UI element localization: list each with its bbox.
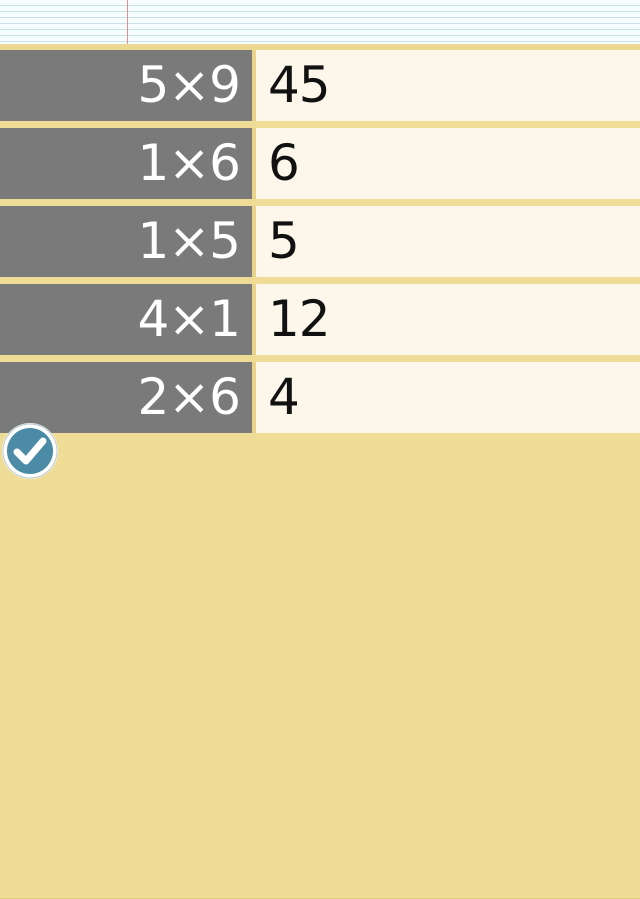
problem-row: 5×9 45 (0, 50, 640, 121)
checkmark-icon (2, 423, 58, 479)
answer-field[interactable]: 45 (256, 50, 640, 121)
problem-prompt: 5×9 (0, 50, 252, 121)
problem-row: 4×1 12 (0, 284, 640, 355)
answer-field[interactable]: 4 (256, 362, 640, 433)
problem-prompt: 1×5 (0, 206, 252, 277)
problem-list: 5×9 45 1×6 6 1×5 5 4×1 12 2×6 4 (0, 50, 640, 440)
problem-row: 1×6 6 (0, 128, 640, 199)
problem-row: 1×5 5 (0, 206, 640, 277)
footer-band (0, 435, 640, 899)
answer-field[interactable]: 5 (256, 206, 640, 277)
answer-field[interactable]: 6 (256, 128, 640, 199)
answer-field[interactable]: 12 (256, 284, 640, 355)
problem-prompt: 1×6 (0, 128, 252, 199)
notebook-margin-line (127, 0, 128, 46)
check-answers-button[interactable] (2, 423, 58, 479)
notebook-paper-header (0, 0, 640, 46)
problem-prompt: 4×1 (0, 284, 252, 355)
problem-row: 2×6 4 (0, 362, 640, 433)
